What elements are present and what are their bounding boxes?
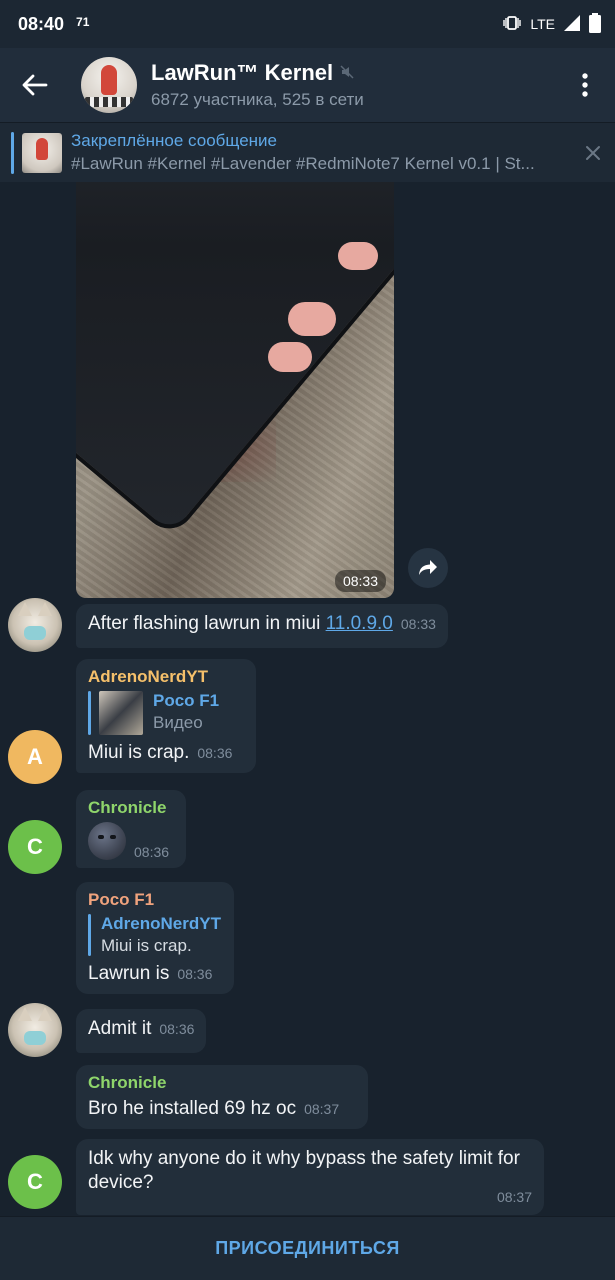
message-text: After flashing lawrun in miui	[88, 613, 326, 634]
message-text: Bro he installed 69 hz oc	[88, 1098, 297, 1119]
pinned-close-button[interactable]	[571, 123, 615, 183]
message-time: 08:37	[304, 1101, 340, 1117]
message-bubble[interactable]: Poco F1 AdrenoNerdYT Miui is crap. Lawru…	[76, 882, 234, 994]
join-button[interactable]: ПРИСОЕДИНИТЬСЯ	[215, 1238, 400, 1259]
message-bubble[interactable]: Chronicle Bro he installed 69 hz oc 08:37	[76, 1065, 368, 1129]
message-time: 08:36	[197, 745, 233, 761]
user-avatar-cat[interactable]	[8, 1003, 62, 1057]
pinned-thumbnail	[22, 132, 62, 173]
message-text: Idk why anyone do it why bypass the safe…	[88, 1148, 520, 1193]
status-bar: 08:40 71 LTE	[0, 0, 615, 48]
message-bubble[interactable]: After flashing lawrun in miui 11.0.9.0 08…	[76, 604, 448, 648]
reply-video-thumbnail	[99, 691, 143, 735]
message-bubble[interactable]: Admit it 08:36	[76, 1009, 207, 1053]
pinned-message[interactable]: Закреплённое сообщение #LawRun #Kernel #…	[0, 122, 615, 182]
channel-subtitle: 6872 участника, 525 в сети	[151, 90, 364, 109]
new-moon-face-emoji	[88, 822, 126, 860]
header-info[interactable]: LawRun™ Kernel 6872 участника, 525 в сет…	[151, 60, 555, 110]
network-label: LTE	[530, 16, 555, 32]
user-avatar-cat[interactable]	[8, 598, 62, 652]
user-avatar[interactable]: C	[8, 1155, 62, 1209]
status-notification: 71	[76, 15, 90, 29]
reply-sender: Poco F1	[153, 691, 220, 710]
message-time: 08:37	[496, 1189, 532, 1205]
message-sender[interactable]: Poco F1	[88, 890, 222, 910]
user-avatar[interactable]: C	[8, 820, 62, 874]
share-button[interactable]	[408, 548, 448, 588]
reply-text: Miui is crap.	[101, 936, 192, 955]
user-avatar[interactable]: A	[8, 730, 62, 784]
message-text: Admit it	[88, 1018, 152, 1039]
message-time: 08:36	[134, 844, 170, 860]
reply-text: Видео	[153, 713, 203, 732]
kebab-menu-icon	[582, 73, 588, 97]
message-time: 08:36	[159, 1021, 195, 1037]
message-sender[interactable]: Chronicle	[88, 798, 174, 818]
signal-icon	[563, 14, 581, 35]
chat-header: LawRun™ Kernel 6872 участника, 525 в сет…	[0, 48, 615, 122]
message-sender[interactable]: AdrenoNerdYT	[88, 667, 244, 687]
battery-icon	[589, 12, 601, 36]
message-link[interactable]: 11.0.9.0	[326, 613, 393, 634]
forward-icon	[419, 560, 437, 575]
pinned-body: #LawRun #Kernel #Lavender #RedmiNote7 Ke…	[71, 154, 535, 173]
message-text: Miui is crap.	[88, 742, 190, 763]
avatar-letter: C	[27, 834, 43, 859]
reply-sender: AdrenoNerdYT	[101, 914, 221, 933]
close-icon	[586, 145, 600, 160]
status-time: 08:40	[18, 13, 65, 34]
photo-timestamp: 08:33	[334, 570, 386, 592]
reply-preview[interactable]: Poco F1 Видео	[88, 691, 244, 735]
back-button[interactable]	[0, 48, 70, 122]
message-text: Lawrun is	[88, 963, 170, 984]
mute-icon	[339, 60, 355, 86]
bottom-bar: ПРИСОЕДИНИТЬСЯ	[0, 1216, 615, 1280]
status-icons: LTE	[502, 0, 601, 48]
channel-avatar[interactable]	[81, 57, 137, 113]
message-bubble[interactable]: Chronicle 08:36	[76, 790, 186, 868]
arrow-left-icon	[22, 74, 48, 96]
message-bubble[interactable]: AdrenoNerdYT Poco F1 Видео Miui is crap.…	[76, 659, 256, 773]
pinned-accent-bar	[11, 131, 14, 174]
message-time: 08:36	[177, 966, 213, 982]
avatar-letter: C	[27, 1169, 43, 1194]
message-bubble[interactable]: Idk why anyone do it why bypass the safe…	[76, 1139, 544, 1215]
message-sender[interactable]: Chronicle	[88, 1073, 356, 1093]
channel-title: LawRun™ Kernel	[151, 60, 334, 85]
reply-preview[interactable]: AdrenoNerdYT Miui is crap.	[88, 914, 222, 956]
pinned-title: Закреплённое сообщение	[71, 131, 277, 150]
photo-message[interactable]: 08:33	[76, 182, 394, 598]
message-time: 08:33	[400, 616, 436, 632]
message-list[interactable]: 08:33 After flashing lawrun in miui 11.0…	[0, 182, 615, 1216]
avatar-letter: A	[27, 744, 43, 769]
more-options-button[interactable]	[555, 48, 615, 122]
vibrate-icon	[502, 15, 522, 34]
